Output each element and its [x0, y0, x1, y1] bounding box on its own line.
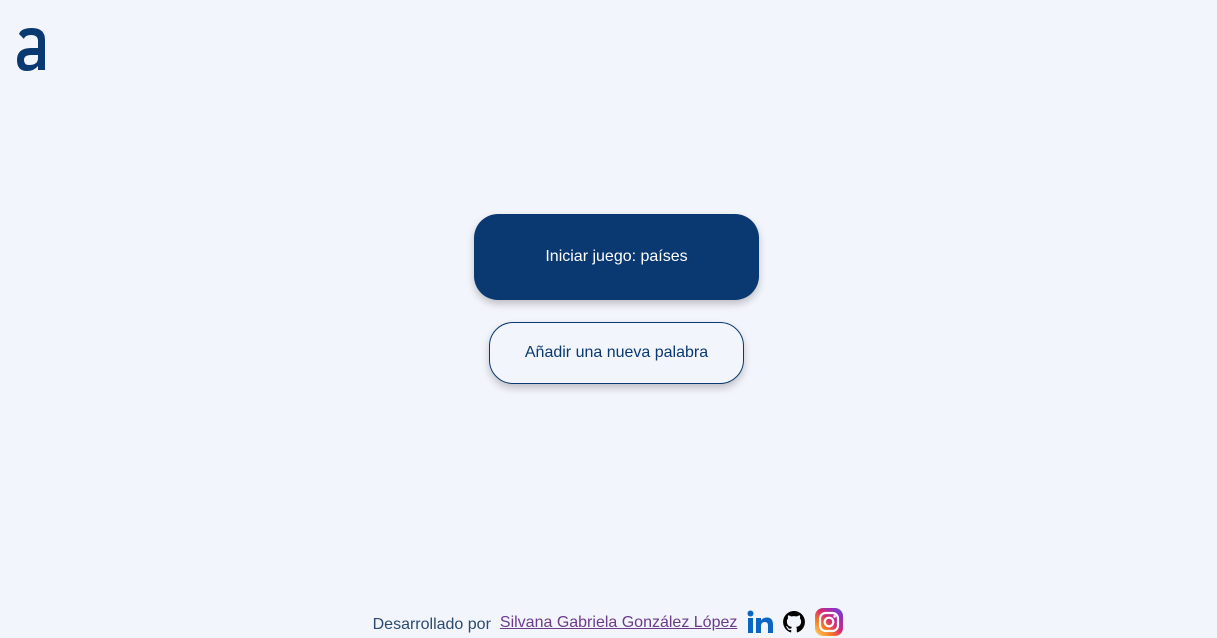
instagram-link[interactable] — [814, 607, 844, 637]
footer: Desarrollado por Silvana Gabriela Gonzál… — [0, 606, 1217, 638]
add-word-button[interactable]: Añadir una nueva palabra — [489, 322, 744, 384]
start-game-button[interactable]: Iniciar juego: países — [474, 214, 759, 300]
linkedin-icon — [747, 610, 774, 633]
github-icon — [783, 611, 806, 633]
linkedin-link[interactable] — [747, 610, 774, 634]
author-link[interactable]: Silvana Gabriela González López — [500, 614, 737, 632]
developed-by-text: Desarrollado por — [372, 616, 491, 633]
page: Iniciar juego: países Añadir una nueva p… — [0, 0, 1217, 638]
instagram-icon — [815, 608, 844, 636]
github-link[interactable] — [782, 610, 806, 634]
alura-a-logo-icon[interactable] — [15, 26, 49, 72]
